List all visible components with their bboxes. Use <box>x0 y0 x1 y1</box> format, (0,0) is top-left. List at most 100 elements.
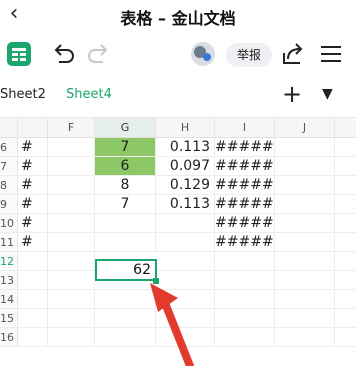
table-cell[interactable] <box>48 157 95 176</box>
table-cell[interactable] <box>335 290 356 309</box>
table-cell[interactable]: # <box>18 157 48 176</box>
table-cell[interactable] <box>48 233 95 252</box>
table-cell[interactable] <box>48 176 95 195</box>
redo-icon[interactable] <box>84 39 114 69</box>
table-cell[interactable] <box>275 138 335 157</box>
table-cell[interactable]: ##### <box>215 233 275 252</box>
table-cell[interactable] <box>95 309 156 328</box>
table-cell[interactable]: 0.097 <box>156 157 215 176</box>
table-cell[interactable]: 7 <box>95 138 156 157</box>
table-cell[interactable] <box>215 290 275 309</box>
avatar[interactable] <box>188 39 218 69</box>
column-header-j[interactable]: J <box>275 118 335 138</box>
table-cell[interactable] <box>48 290 95 309</box>
column-header-g[interactable]: G <box>95 118 156 138</box>
undo-icon[interactable] <box>48 39 78 69</box>
spreadsheet-grid[interactable]: F G H I J 6 #7 0.113 ##### 7 #6 0.097 ##### 8 #8 0… <box>0 118 356 366</box>
table-cell[interactable]: # <box>18 176 48 195</box>
table-cell[interactable]: ##### <box>215 176 275 195</box>
row-header[interactable]: 14 <box>0 290 18 309</box>
table-cell[interactable]: 0.129 <box>156 176 215 195</box>
table-cell[interactable] <box>48 214 95 233</box>
table-cell[interactable]: 6 <box>95 157 156 176</box>
table-cell[interactable]: ##### <box>215 157 275 176</box>
share-icon[interactable] <box>278 39 308 69</box>
selected-cell-g12[interactable]: 62 <box>95 259 157 281</box>
table-cell[interactable]: 0.113 <box>156 195 215 214</box>
table-cell[interactable] <box>335 309 356 328</box>
grid-corner[interactable] <box>0 118 18 138</box>
report-button[interactable]: 举报 <box>226 43 272 67</box>
table-cell[interactable] <box>48 138 95 157</box>
table-cell[interactable] <box>335 233 356 252</box>
table-cell[interactable]: # <box>18 214 48 233</box>
column-header-f[interactable]: F <box>48 118 95 138</box>
column-header-h[interactable]: H <box>156 118 215 138</box>
table-cell[interactable]: 7 <box>95 195 156 214</box>
row-header[interactable]: 16 <box>0 328 18 347</box>
row-header[interactable]: 6 <box>0 138 18 157</box>
tab-sheet4[interactable]: Sheet4 <box>66 87 112 102</box>
tab-sheet2[interactable]: Sheet2 <box>0 87 46 102</box>
table-cell[interactable] <box>95 290 156 309</box>
table-cell[interactable] <box>18 309 48 328</box>
add-sheet-icon[interactable]: + <box>282 80 302 108</box>
table-cell[interactable] <box>18 290 48 309</box>
table-cell[interactable] <box>335 157 356 176</box>
table-cell[interactable]: # <box>18 233 48 252</box>
table-cell[interactable] <box>156 233 215 252</box>
table-cell[interactable] <box>335 214 356 233</box>
table-cell[interactable] <box>335 271 356 290</box>
table-cell[interactable] <box>48 328 95 347</box>
table-cell[interactable] <box>95 328 156 347</box>
table-cell[interactable]: # <box>18 138 48 157</box>
table-cell[interactable] <box>156 252 215 271</box>
table-cell[interactable] <box>275 195 335 214</box>
row-header[interactable]: 10 <box>0 214 18 233</box>
table-cell[interactable] <box>335 176 356 195</box>
table-cell[interactable] <box>275 157 335 176</box>
table-cell[interactable] <box>156 290 215 309</box>
table-cell[interactable] <box>215 252 275 271</box>
table-cell[interactable]: 8 <box>95 176 156 195</box>
table-cell[interactable] <box>275 271 335 290</box>
table-cell[interactable] <box>48 271 95 290</box>
column-header-k[interactable] <box>335 118 356 138</box>
table-cell[interactable] <box>95 214 156 233</box>
table-cell[interactable] <box>215 328 275 347</box>
table-cell[interactable] <box>335 328 356 347</box>
column-header-i[interactable]: I <box>215 118 275 138</box>
table-cell[interactable] <box>275 328 335 347</box>
row-header[interactable]: 9 <box>0 195 18 214</box>
table-cell[interactable] <box>18 271 48 290</box>
table-cell[interactable] <box>18 252 48 271</box>
table-cell[interactable] <box>275 233 335 252</box>
table-cell[interactable] <box>18 328 48 347</box>
table-cell[interactable]: 0.113 <box>156 138 215 157</box>
menu-icon[interactable] <box>316 39 346 69</box>
table-cell[interactable] <box>215 309 275 328</box>
row-header[interactable]: 13 <box>0 271 18 290</box>
table-cell[interactable] <box>335 252 356 271</box>
table-cell[interactable] <box>275 252 335 271</box>
table-cell[interactable] <box>335 138 356 157</box>
sheet-app-icon[interactable] <box>4 39 34 69</box>
table-cell[interactable]: ##### <box>215 138 275 157</box>
table-cell[interactable] <box>48 309 95 328</box>
table-cell[interactable] <box>275 176 335 195</box>
row-header[interactable]: 12 <box>0 252 18 271</box>
row-header[interactable]: 15 <box>0 309 18 328</box>
column-header-e[interactable] <box>18 118 48 138</box>
table-cell[interactable] <box>335 195 356 214</box>
chevron-down-icon[interactable]: ▼ <box>322 86 333 102</box>
table-cell[interactable] <box>156 214 215 233</box>
table-cell[interactable] <box>48 195 95 214</box>
table-cell[interactable] <box>215 271 275 290</box>
table-cell[interactable] <box>156 309 215 328</box>
table-cell[interactable]: # <box>18 195 48 214</box>
fill-handle[interactable] <box>153 278 159 284</box>
row-header[interactable]: 7 <box>0 157 18 176</box>
table-cell[interactable] <box>48 252 95 271</box>
row-header[interactable]: 11 <box>0 233 18 252</box>
table-cell[interactable]: ##### <box>215 195 275 214</box>
